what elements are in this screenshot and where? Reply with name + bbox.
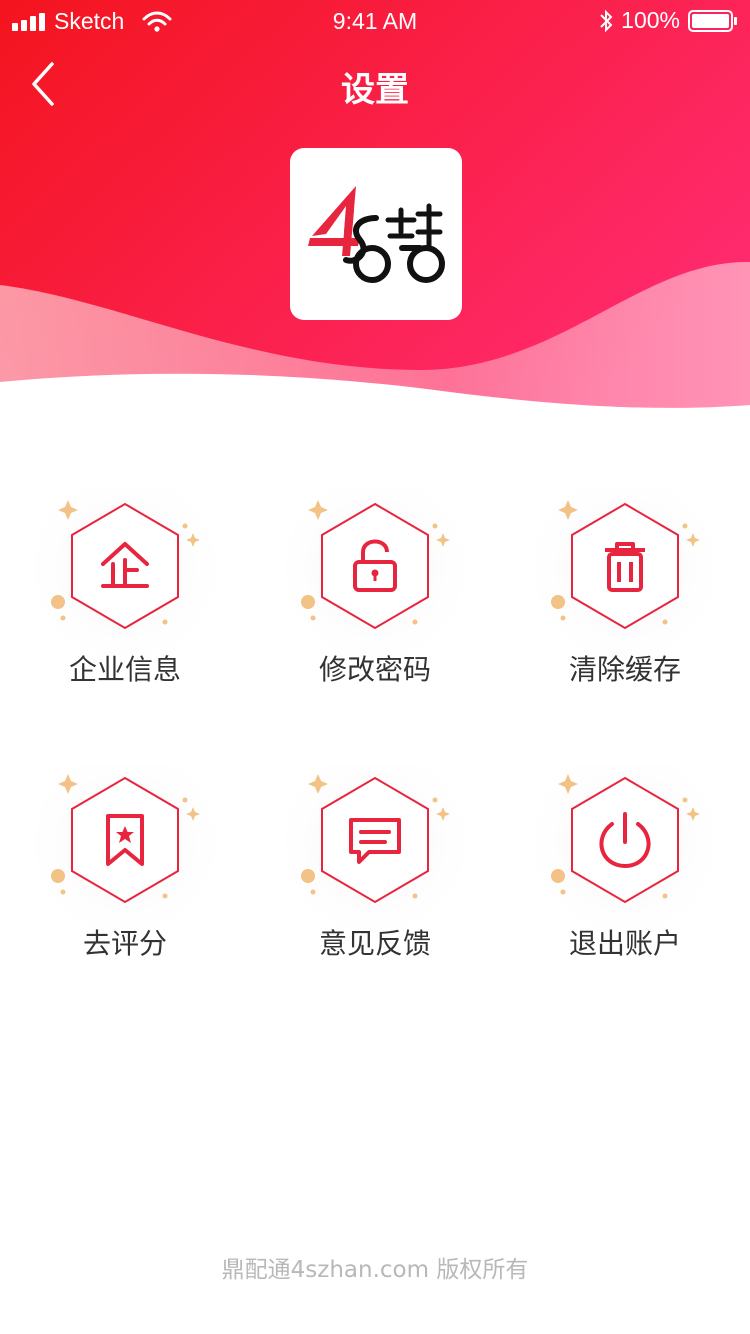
hexagon-badge <box>17 764 233 944</box>
menu-item-enterprise-info[interactable]: 企业信息 <box>0 490 250 750</box>
hexagon-badge <box>267 764 483 944</box>
menu-item-label: 退出账户 <box>568 927 681 960</box>
menu-item-label: 清除缓存 <box>568 653 681 686</box>
menu-item-label: 意见反馈 <box>318 927 431 960</box>
hexagon-badge <box>17 490 233 670</box>
copyright-footer: 鼎配通4szhan.com 版权所有 <box>221 1257 529 1283</box>
4s-station-logo <box>308 186 445 283</box>
status-bar: Sketch 9:41 AM 100% <box>0 0 750 40</box>
menu-item-label: 企业信息 <box>68 653 181 686</box>
app-logo <box>290 148 462 320</box>
hexagon-badge <box>517 764 733 944</box>
hexagon-badge <box>267 490 483 670</box>
battery-percent: 100% <box>621 7 680 33</box>
bluetooth-icon <box>600 9 613 32</box>
menu-item-label: 修改密码 <box>318 653 431 686</box>
menu-item-clear-cache[interactable]: 清除缓存 <box>500 490 750 750</box>
menu-item-feedback[interactable]: 意见反馈 <box>250 764 500 1024</box>
hexagon-badge <box>517 490 733 670</box>
menu-item-rate-app[interactable]: 去评分 <box>0 764 250 1024</box>
menu-item-label: 去评分 <box>82 927 167 960</box>
menu-item-logout[interactable]: 退出账户 <box>500 764 750 1024</box>
header-banner: Sketch 9:41 AM 100% 设置 <box>0 0 750 420</box>
menu-item-change-password[interactable]: 修改密码 <box>250 490 500 750</box>
page-title: 设置 <box>341 70 409 110</box>
battery-icon <box>688 9 737 32</box>
